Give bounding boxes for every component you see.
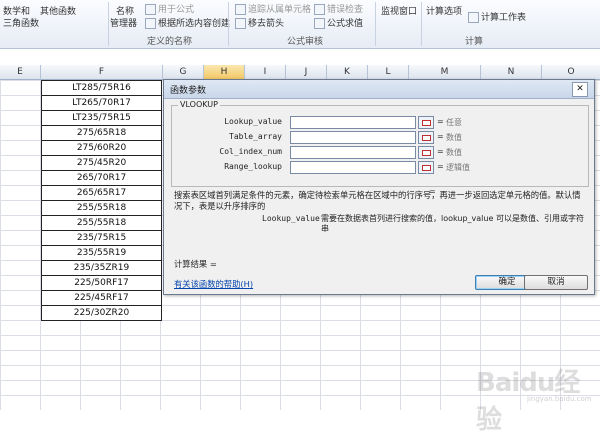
table-cell[interactable]: 225/45RF17 [41,291,162,306]
ribbon-error-checking[interactable]: 错误检查 [314,2,363,15]
table-cell[interactable]: LT265/70R17 [41,96,162,111]
column-header-m[interactable]: M [409,65,481,80]
ribbon-separator [228,2,229,46]
error-check-icon [314,4,325,15]
arrow-icon [235,18,246,29]
ribbon-remove-arrows[interactable]: 移去箭头 [235,16,284,29]
arg-col-index-label: Col_index_num [219,147,282,156]
ribbon: 数学和 三角函数 其他函数 名称 管理器 用于公式 根据所选内容创建 定义的名称… [0,0,600,49]
lookup-value-input[interactable] [290,116,416,129]
column-header-j[interactable]: J [286,65,327,80]
ribbon-more-functions[interactable]: 其他函数 [40,4,76,17]
calculator-icon [468,12,479,23]
col-index-input[interactable] [290,146,416,159]
table-cell[interactable]: 225/50RF17 [41,276,162,291]
ribbon-trace-dependents[interactable]: 追踪从属单元格 [235,2,311,15]
watermark-url: jingyan.baidu.com [527,395,592,403]
arg-lookup-value-label: Lookup_value [224,117,282,126]
function-arguments-dialog: 函数参数 ✕ VLOOKUP Lookup_value = 任意 Table_a… [163,79,595,295]
param-description: 需要在数据表首列进行搜索的值，lookup_value 可以是数值、引用或字符串 [321,214,584,233]
table-cell[interactable]: 225/30ZR20 [41,306,162,321]
dialog-titlebar[interactable]: 函数参数 ✕ [164,80,594,99]
table-cell[interactable]: LT285/75R16 [41,80,162,96]
ribbon-create-from-selection[interactable]: 根据所选内容创建 [145,16,230,29]
equals-sign: = [437,147,444,156]
column-header-i[interactable]: I [245,65,286,80]
column-header-g[interactable]: G [163,65,204,80]
table-cell[interactable]: 275/45R20 [41,156,162,171]
arg-hint: 任意 [446,118,462,127]
range-picker-icon[interactable] [418,146,434,159]
evaluate-icon [314,18,325,29]
table-cell[interactable]: 235/75R15 [41,231,162,246]
formula-bar-area [0,49,600,65]
range-lookup-input[interactable] [290,161,416,174]
arg-hint: 数值 [446,133,462,142]
ribbon-name-manager-2[interactable]: 管理器 [110,16,137,29]
help-link[interactable]: 有关该函数的帮助(H) [174,278,253,290]
ribbon-separator [421,2,422,46]
ribbon-separator [375,2,376,46]
column-header-l[interactable]: L [368,65,409,80]
ribbon-watch-window[interactable]: 监视窗口 [381,4,417,17]
arg-range-lookup-label: Range_lookup [224,162,282,171]
equals-sign: = [437,117,444,126]
table-array-input[interactable] [290,131,416,144]
range-picker-icon[interactable] [418,131,434,144]
ribbon-use-in-formula[interactable]: 用于公式 [145,2,194,15]
ribbon-calc-sheet[interactable]: 计算工作表 [468,10,526,23]
ribbon-separator [108,2,109,46]
cancel-button[interactable]: 取消 [524,275,588,290]
group-calculation: 计算 [465,37,484,47]
trace-icon [235,4,246,15]
arg-hint: 数值 [446,148,462,157]
range-picker-icon[interactable] [418,116,434,129]
table-cell[interactable]: 275/65R18 [41,126,162,141]
close-icon[interactable]: ✕ [572,82,588,97]
table-cell[interactable]: 255/55R18 [41,216,162,231]
dialog-title: 函数参数 [170,86,207,96]
group-formula-auditing: 公式审核 [287,37,324,47]
column-header-e[interactable]: E [0,65,41,80]
column-header-n[interactable]: N [481,65,542,80]
ribbon-evaluate-formula[interactable]: 公式求值 [314,16,363,29]
data-column-f: LT285/75R16 LT265/70R17 LT235/75R15 275/… [41,80,162,321]
selection-icon [145,18,156,29]
table-cell[interactable]: 265/70R17 [41,171,162,186]
arguments-fieldset: VLOOKUP Lookup_value = 任意 Table_array = … [171,100,589,187]
equals-sign: = [437,162,444,171]
calc-result: 计算结果 = [174,259,217,269]
function-name: VLOOKUP [178,100,220,109]
table-cell[interactable]: 275/60R20 [41,141,162,156]
param-name: Lookup_value [262,214,320,223]
arg-hint: 逻辑值 [446,163,470,172]
formula-icon [145,4,156,15]
ribbon-calc-options[interactable]: 计算选项 [426,4,462,17]
column-header-o[interactable]: O [542,65,600,80]
table-cell[interactable]: 265/65R17 [41,186,162,201]
table-cell[interactable]: LT235/75R15 [41,111,162,126]
range-picker-icon[interactable] [418,161,434,174]
equals-sign: = [437,132,444,141]
table-cell[interactable]: 255/55R18 [41,201,162,216]
column-header-f[interactable]: F [41,65,163,80]
group-defined-names: 定义的名称 [147,37,193,47]
column-header-k[interactable]: K [327,65,368,80]
arg-table-array-label: Table_array [229,132,282,141]
column-header-h[interactable]: H [204,65,245,80]
ribbon-trig-label[interactable]: 三角函数 [3,16,39,29]
table-cell[interactable]: 235/35ZR19 [41,261,162,276]
function-description: 搜索表区域首列满足条件的元素，确定待检索单元格在区域中的行序号，再进一步返回选定… [174,190,581,211]
table-cell[interactable]: 235/55R19 [41,246,162,261]
